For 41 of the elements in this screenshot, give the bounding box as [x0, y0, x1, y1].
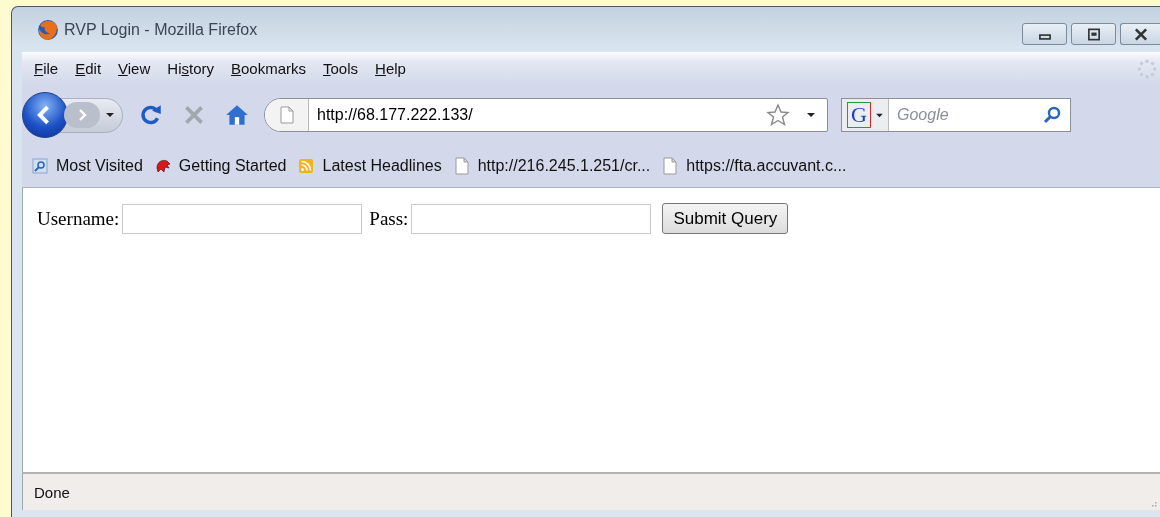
menu-item[interactable]: Edit — [67, 58, 111, 79]
username-field[interactable] — [122, 203, 363, 234]
bookmark-item[interactable]: https://fta.accuvant.c... — [656, 157, 853, 175]
window-title: RVP Login - Mozilla Firefox — [64, 20, 258, 39]
search-field[interactable]: G Google — [841, 98, 1071, 132]
rss-feed-icon — [298, 157, 315, 175]
bookmark-item[interactable]: Getting Started — [148, 157, 293, 175]
bookmark-item[interactable]: Latest Headlines — [292, 157, 448, 175]
dropdown-arrow-icon[interactable] — [876, 112, 883, 118]
search-icon[interactable] — [1042, 105, 1062, 125]
caret-icon — [106, 112, 114, 118]
username-label: Username: — [37, 207, 120, 230]
dropdown-arrow-icon[interactable] — [807, 112, 815, 118]
minimize-icon — [1038, 33, 1051, 40]
bookmark-item[interactable]: Most Visited — [26, 157, 149, 175]
minimize-button[interactable] — [1022, 23, 1067, 45]
search-engine-logo[interactable]: G — [847, 102, 871, 128]
menu-item[interactable]: File — [26, 58, 68, 79]
menu-item[interactable]: Bookmarks — [223, 58, 316, 79]
firefox-logo-icon — [37, 18, 59, 41]
back-button[interactable] — [22, 92, 68, 138]
password-label: Pass: — [369, 207, 409, 230]
page-icon — [453, 157, 470, 175]
maximize-button[interactable] — [1071, 23, 1116, 45]
bookmark-item[interactable]: http://216.245.1.251/cr... — [447, 157, 657, 175]
address-bar[interactable]: http://68.177.222.133/ — [264, 98, 828, 132]
close-button[interactable] — [1120, 23, 1160, 45]
password-field[interactable] — [411, 203, 652, 234]
menu-item[interactable]: History — [159, 58, 223, 79]
submit-button[interactable]: Submit Query — [662, 203, 789, 234]
menu-item[interactable]: View — [110, 58, 160, 79]
throbber-icon — [1136, 57, 1158, 80]
dragon-icon — [154, 157, 171, 175]
menu-item[interactable]: Help — [367, 58, 415, 79]
page-icon — [265, 99, 309, 131]
page-icon — [662, 157, 679, 175]
menu-item[interactable]: Tools — [315, 58, 368, 79]
status-text: Done — [33, 483, 70, 501]
star-icon[interactable] — [766, 103, 790, 127]
bookmark-folder-icon — [32, 157, 48, 175]
address-text: http://68.177.222.133/ — [317, 106, 473, 124]
